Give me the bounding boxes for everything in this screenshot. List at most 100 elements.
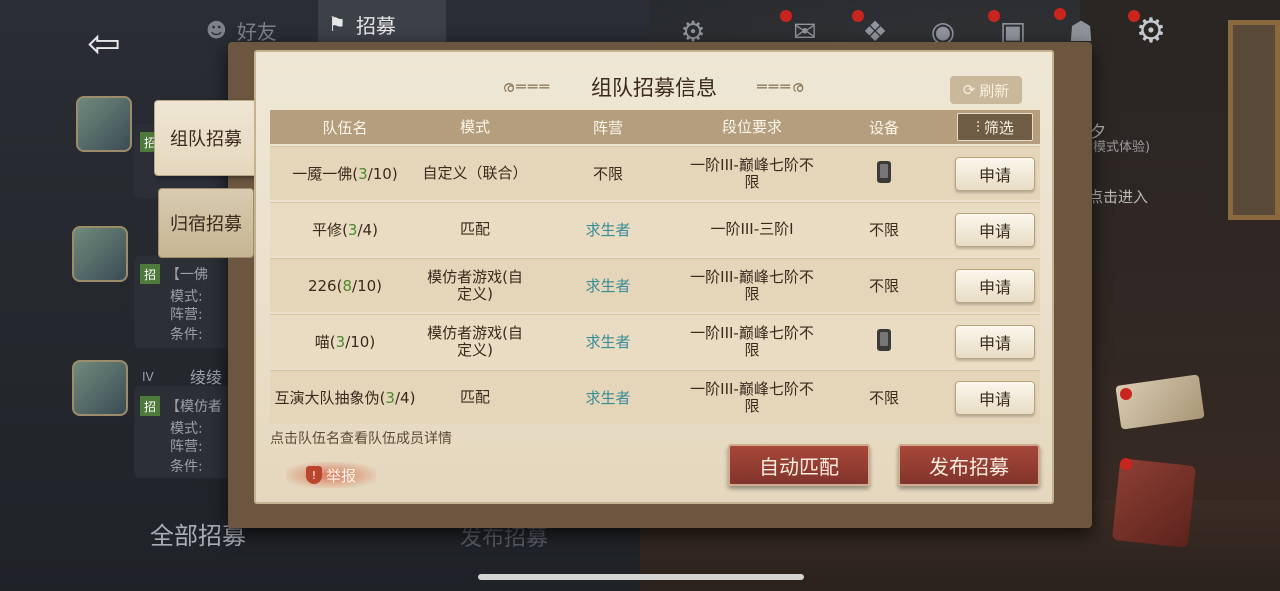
card-line: 条件: — [170, 459, 203, 475]
tab-dorm-recruit[interactable]: 归宿招募 — [158, 188, 254, 258]
column-header: 队伍名 — [322, 118, 368, 137]
column-header: 段位要求 — [721, 117, 782, 136]
action-cell: 申请 — [950, 156, 1040, 191]
team-name[interactable]: 互演大队抽象伪(3/4) — [270, 387, 420, 408]
device-cell: 不限 — [818, 275, 950, 296]
flourish-left-icon: ര═══ — [502, 77, 551, 96]
rank-requirement: 一阶III-巅峰七阶不限 — [690, 323, 814, 359]
column-header: 阵营 — [592, 118, 623, 137]
camp-value: 求生者 — [585, 277, 631, 295]
apply-button[interactable]: 申请 — [955, 268, 1035, 303]
panel-title: 组队招募信息 — [591, 76, 717, 100]
team-name[interactable]: 喵(3/10) — [270, 331, 420, 352]
avatar — [76, 96, 132, 152]
apply-button[interactable]: 申请 — [955, 156, 1035, 191]
rank-requirement: 一阶III-三阶I — [710, 220, 794, 238]
mode-value: 匹配 — [459, 388, 490, 406]
hint-text: 点击队伍名查看队伍成员详情 — [270, 431, 452, 447]
card-title: 【一佛 — [166, 267, 208, 283]
table-body: 一魇一佛(3/10) 自定义（联合） 不限 一阶III-巅峰七阶不限 申请 平修(3/4)… — [270, 146, 1040, 424]
table-row: 平修(3/4) 匹配 求生者 一阶III-三阶I 不限 申请 — [270, 202, 1040, 256]
member-total: /10 — [367, 165, 392, 183]
table-row: 一魇一佛(3/10) 自定义（联合） 不限 一阶III-巅峰七阶不限 申请 — [270, 146, 1040, 200]
team-name[interactable]: 226(8/10) — [270, 277, 420, 295]
table-row: 226(8/10) 模仿者游戏(自定义) 求生者 一阶III-巅峰七阶不限 不限 申请 — [270, 258, 1040, 312]
card-line: 模式: — [170, 289, 203, 305]
report-label: 举报 — [325, 466, 356, 485]
recruit-panel: ര═══ 组队招募信息 ═══ര ⟳ 刷新 队伍名 模式 阵营 段位要求 设备 … — [254, 50, 1054, 504]
device-cell — [818, 160, 950, 187]
rank-requirement: 一阶III-巅峰七阶不限 — [690, 379, 814, 415]
event-enter-link[interactable]: 点击进入 — [1088, 186, 1148, 207]
report-button[interactable]: ! 举报 — [286, 462, 376, 488]
shield-icon: ! — [305, 466, 322, 484]
mode-value: 匹配 — [459, 220, 490, 238]
apply-button[interactable]: 申请 — [955, 324, 1035, 359]
member-count: 8 — [342, 276, 353, 295]
person-icon: ☻ — [206, 18, 227, 42]
apply-button[interactable]: 申请 — [955, 212, 1035, 247]
card-title: 【模仿者 — [166, 399, 222, 415]
home-indicator[interactable] — [478, 574, 804, 580]
journal-item[interactable] — [1111, 458, 1197, 548]
member-total: /4 — [357, 221, 373, 239]
column-header: 模式 — [459, 117, 490, 136]
action-cell: 申请 — [950, 212, 1040, 247]
team-name-label: 226 — [307, 276, 337, 295]
device-value: 不限 — [868, 221, 899, 239]
action-cell: 申请 — [950, 268, 1040, 303]
team-name[interactable]: 平修(3/4) — [270, 219, 420, 240]
card-line: 条件: — [170, 327, 203, 343]
filter-label: 筛选 — [983, 118, 1014, 137]
team-name-label: 平修 — [312, 221, 343, 239]
tab-friends-label: 好友 — [236, 19, 277, 44]
mode-value: 模仿者游戏(自定义) — [427, 323, 523, 359]
team-name-label: 一魇一佛 — [292, 165, 353, 183]
avatar — [72, 360, 128, 416]
member-total: /4 — [394, 389, 410, 407]
recruit-badge: 招 — [140, 264, 160, 284]
tab-recruit-label: 招募 — [355, 13, 396, 38]
table-row: 喵(3/10) 模仿者游戏(自定义) 求生者 一阶III-巅峰七阶不限 申请 — [270, 314, 1040, 368]
column-header: 设备 — [868, 118, 899, 137]
action-cell: 申请 — [950, 324, 1040, 359]
mode-value: 模仿者游戏(自定义) — [427, 267, 523, 303]
team-name[interactable]: 一魇一佛(3/10) — [270, 163, 420, 184]
filter-button[interactable]: ⫶ 筛选 — [957, 113, 1033, 141]
notification-dot — [1120, 458, 1132, 470]
auto-match-button[interactable]: 自动匹配 — [728, 444, 870, 486]
device-value: 不限 — [868, 389, 899, 407]
team-name-label: 喵 — [314, 333, 330, 351]
device-cell — [818, 328, 950, 355]
table-header: 队伍名 模式 阵营 段位要求 设备 ⫶ 筛选 — [270, 110, 1040, 144]
wall-picture-frame — [1228, 20, 1280, 220]
card-line: 阵营: — [170, 307, 203, 323]
phone-icon — [877, 160, 891, 183]
member-count: 3 — [358, 165, 368, 183]
camp-value: 求生者 — [585, 221, 631, 239]
recruit-badge: 招 — [140, 396, 160, 416]
apply-button[interactable]: 申请 — [955, 380, 1035, 415]
exit-icon[interactable]: ⇦ — [78, 18, 130, 70]
tab-recruit[interactable]: ⚑ 招募 — [318, 0, 446, 48]
table-row: 互演大队抽象伪(3/4) 匹配 求生者 一阶III-巅峰七阶不限 不限 申请 — [270, 370, 1040, 424]
camp-value: 求生者 — [585, 333, 631, 351]
avatar — [72, 226, 128, 282]
phone-icon — [877, 328, 891, 351]
tab-group-recruit[interactable]: 组队招募 — [154, 100, 258, 176]
refresh-button[interactable]: ⟳ 刷新 — [950, 76, 1022, 104]
camp-value: 求生者 — [585, 389, 631, 407]
publish-recruit-button[interactable]: 发布招募 — [898, 444, 1040, 486]
member-count: 3 — [335, 333, 346, 351]
card-line: 模式: — [170, 421, 203, 437]
rank-requirement: 一阶III-巅峰七阶不限 — [690, 155, 814, 191]
refresh-label: 刷新 — [979, 81, 1010, 100]
action-cell: 申请 — [950, 380, 1040, 415]
settings-icon[interactable]: ⚙ — [1130, 10, 1172, 52]
device-cell: 不限 — [818, 387, 950, 408]
player-name: 绫绫 — [190, 368, 223, 387]
member-total: /10 — [352, 276, 377, 295]
notification-dot — [1120, 388, 1132, 400]
camp-value: 不限 — [592, 165, 623, 183]
device-cell: 不限 — [818, 219, 950, 240]
